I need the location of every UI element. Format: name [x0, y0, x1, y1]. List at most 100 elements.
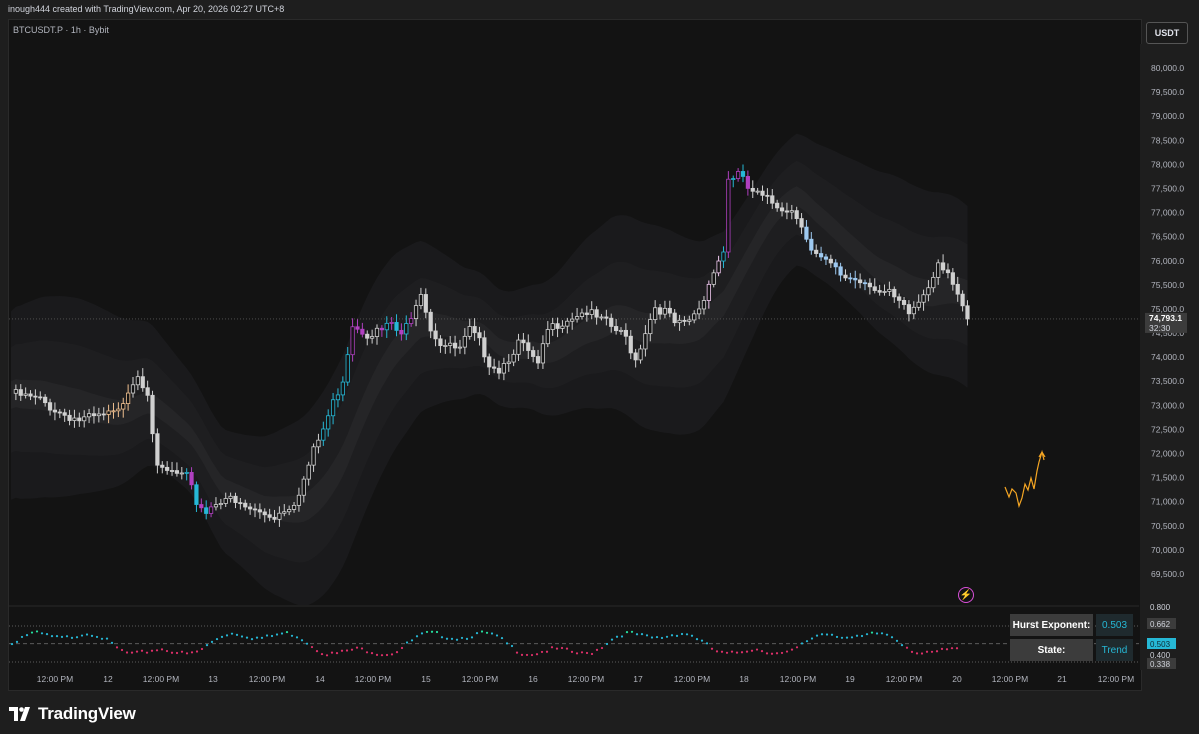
hurst-dot — [250, 638, 254, 641]
candle-body — [189, 472, 194, 486]
hurst-dot — [410, 639, 414, 642]
candle-body — [165, 466, 170, 471]
candle-body — [911, 306, 916, 315]
candle-body — [867, 282, 872, 288]
hurst-dot — [785, 650, 789, 653]
hurst-dot — [730, 650, 734, 653]
hurst-dot — [310, 645, 314, 649]
hurst-dot — [70, 636, 74, 640]
candle-body — [775, 202, 780, 209]
candle-body — [526, 342, 531, 351]
hurst-dot — [365, 651, 369, 654]
hurst-dot — [320, 652, 324, 656]
hurst-axis-label: 0.800 — [1150, 603, 1171, 612]
price-axis-label: 75,500.0 — [1151, 280, 1184, 290]
state-row: State: Trend — [1010, 639, 1133, 661]
tradingview-brand[interactable]: TradingView — [9, 704, 136, 724]
candle-body — [462, 335, 467, 348]
hurst-dot — [130, 651, 134, 654]
hurst-dot — [385, 653, 389, 657]
hurst-dot — [425, 630, 429, 634]
hurst-dot — [230, 632, 234, 635]
candle-body — [828, 258, 833, 264]
candle-body — [584, 312, 589, 315]
hurst-dot — [700, 639, 704, 642]
hurst-dot — [180, 650, 184, 653]
candle-body — [545, 329, 550, 345]
hurst-dot — [715, 650, 719, 653]
candle-body — [877, 290, 882, 293]
candle-body — [799, 218, 804, 228]
hurst-dot — [840, 636, 844, 639]
candle-body — [140, 376, 145, 389]
candle-body — [833, 262, 838, 268]
hurst-dot — [60, 635, 64, 638]
hurst-dot — [380, 654, 384, 657]
time-axis-label: 12:00 PM — [355, 674, 391, 684]
time-axis-label: 16 — [528, 674, 538, 684]
lightning-bolt-icon[interactable]: ⚡ — [958, 587, 974, 603]
hurst-dot — [430, 630, 434, 633]
hurst-dot — [775, 652, 779, 655]
hurst-dot — [355, 646, 359, 649]
candle-body — [86, 413, 92, 418]
candle-body — [248, 506, 253, 510]
hurst-dot — [325, 654, 329, 657]
hurst-dot — [540, 650, 544, 654]
candle-body — [106, 410, 111, 415]
hurst-dot — [800, 642, 804, 645]
candle-body — [516, 339, 521, 355]
candle-body — [965, 305, 970, 320]
candle-body — [252, 508, 258, 511]
hurst-dot — [395, 650, 399, 654]
candle-body — [399, 330, 404, 335]
hurst-dot — [805, 640, 809, 643]
hurst-dot — [315, 650, 319, 653]
candle-body — [394, 322, 399, 331]
candle-body — [57, 411, 62, 414]
candle-body — [243, 502, 248, 508]
candle-body — [862, 282, 868, 285]
candle-body — [599, 316, 604, 319]
hurst-dot — [50, 635, 54, 638]
hurst-dot — [545, 650, 549, 653]
candle-body — [423, 294, 428, 313]
price-axis-label: 80,000.0 — [1151, 63, 1184, 73]
hurst-value: 0.503 — [1096, 614, 1133, 636]
hurst-dot — [265, 634, 269, 637]
hurst-dot — [390, 653, 394, 656]
hurst-dot — [445, 637, 449, 640]
candle-body — [418, 294, 424, 306]
candle-body — [287, 509, 292, 513]
candle-body — [355, 326, 360, 330]
hurst-axis-label: 0.503 — [1150, 640, 1171, 649]
hurst-dot — [585, 651, 589, 655]
candle-body — [667, 307, 672, 314]
candle-body — [814, 249, 819, 254]
time-axis-label: 12:00 PM — [143, 674, 179, 684]
hurst-dot — [240, 635, 244, 638]
candle-body — [662, 307, 668, 315]
time-axis: 12:00 PM 12 12:00 PM 13 12:00 PM 14 12:00 PM 15… — [37, 674, 1134, 684]
candle-body — [560, 325, 565, 329]
hurst-dot — [660, 636, 664, 640]
candle-body — [936, 262, 941, 278]
price-axis-label: 76,500.0 — [1151, 232, 1184, 242]
hurst-dot — [170, 651, 174, 654]
candle-body — [638, 348, 643, 361]
candle-body — [487, 356, 492, 368]
candle-body — [589, 309, 594, 315]
candle-body — [330, 399, 336, 417]
hurst-dot — [885, 633, 889, 636]
hurst-dot — [415, 635, 419, 638]
currency-button[interactable]: USDT — [1146, 22, 1188, 44]
hurst-dot — [110, 641, 114, 644]
candle-body — [384, 322, 389, 331]
hurst-dot — [205, 644, 209, 647]
hurst-dot — [755, 648, 759, 651]
candle-body — [892, 288, 897, 298]
candle-body — [208, 506, 214, 514]
hurst-dot — [900, 644, 904, 647]
hurst-dot — [790, 648, 794, 651]
candle-body — [945, 269, 951, 274]
